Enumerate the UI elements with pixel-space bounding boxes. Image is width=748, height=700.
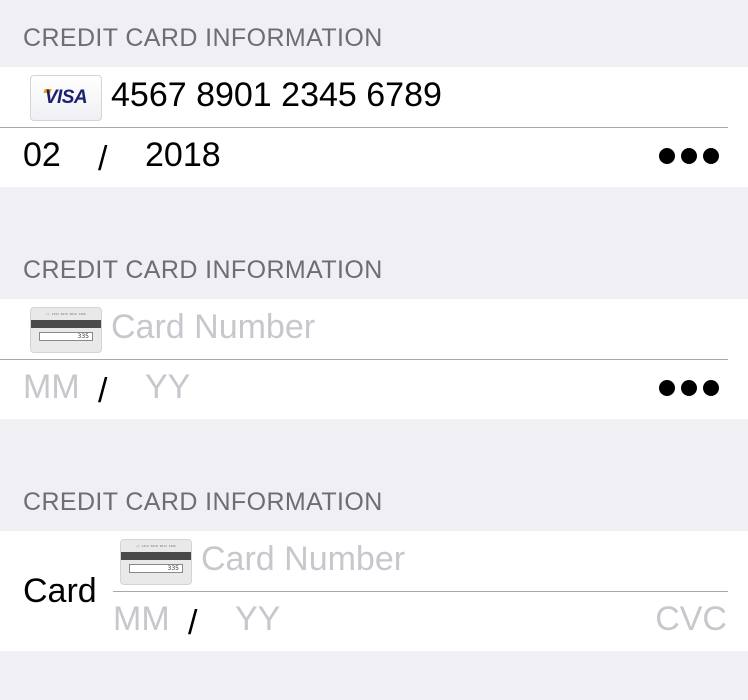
expiry-month-input[interactable]: MM bbox=[113, 599, 170, 639]
separator bbox=[113, 591, 728, 592]
masked-cvc-field[interactable] bbox=[659, 380, 719, 396]
separator bbox=[0, 359, 728, 360]
expiry-year-input[interactable]: YY bbox=[145, 367, 190, 407]
masked-cvc-field[interactable] bbox=[659, 148, 719, 164]
visa-logo-text: VISA bbox=[44, 87, 88, 108]
expiry-separator: / bbox=[188, 604, 198, 642]
expiry-year-input[interactable]: YY bbox=[235, 599, 280, 639]
masked-dot-icon bbox=[703, 148, 719, 164]
card-form-filled: VISA 4567 8901 2345 6789 02 / 2018 bbox=[0, 67, 748, 187]
cvc-input[interactable]: CVC bbox=[655, 599, 727, 639]
expiry-year-field[interactable]: 2018 bbox=[145, 135, 221, 175]
expiry-separator: / bbox=[98, 372, 108, 410]
expiry-month-field[interactable]: 02 bbox=[23, 135, 61, 175]
section-header-3: CREDIT CARD INFORMATION bbox=[23, 488, 383, 516]
section-header-1: CREDIT CARD INFORMATION bbox=[23, 24, 383, 52]
card-number-input[interactable]: Card Number bbox=[111, 307, 315, 347]
card-number-input[interactable]: Card Number bbox=[201, 539, 405, 579]
masked-dot-icon bbox=[659, 380, 675, 396]
masked-dot-icon bbox=[681, 148, 697, 164]
card-form-empty: // 1234 5678 9012 3456 335 Card Number M… bbox=[0, 299, 748, 419]
card-number-field[interactable]: 4567 8901 2345 6789 bbox=[111, 75, 442, 115]
masked-dot-icon bbox=[681, 380, 697, 396]
card-form-labeled: Card // 1234 5678 9012 3456 335 Card Num… bbox=[0, 531, 748, 651]
card-back-signature: // 1234 5678 9012 3456 bbox=[46, 312, 86, 316]
section-header-2: CREDIT CARD INFORMATION bbox=[23, 256, 383, 284]
visa-card-icon: VISA bbox=[30, 75, 102, 121]
expiry-month-input[interactable]: MM bbox=[23, 367, 80, 407]
card-back-signature: // 1234 5678 9012 3456 bbox=[136, 544, 176, 548]
separator bbox=[0, 127, 728, 128]
card-back-icon: // 1234 5678 9012 3456 335 bbox=[30, 307, 102, 353]
card-back-cvc: 335 bbox=[167, 565, 179, 572]
card-row-label: Card bbox=[23, 572, 97, 610]
masked-dot-icon bbox=[703, 380, 719, 396]
card-back-cvc: 335 bbox=[77, 333, 89, 340]
masked-dot-icon bbox=[659, 148, 675, 164]
expiry-separator: / bbox=[98, 140, 108, 178]
card-back-icon: // 1234 5678 9012 3456 335 bbox=[120, 539, 192, 585]
